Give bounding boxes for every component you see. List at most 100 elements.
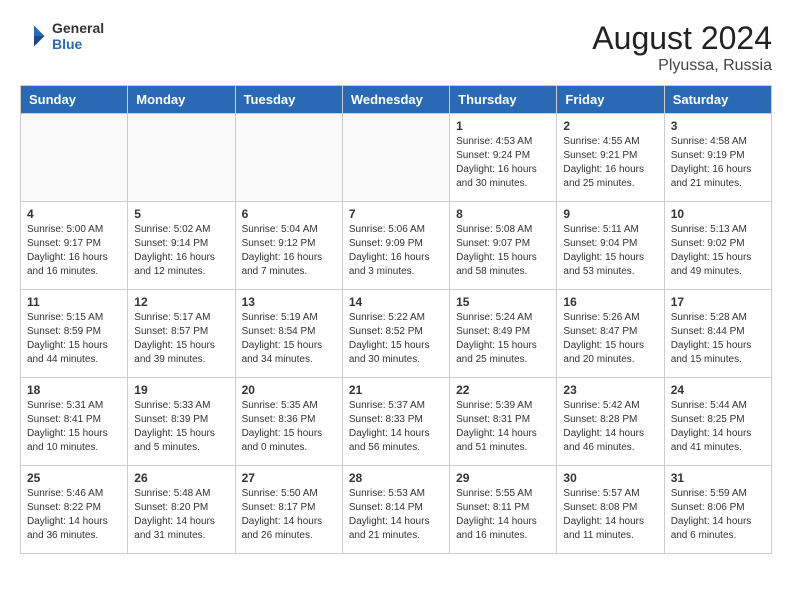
calendar-day-cell: 13 Sunrise: 5:19 AMSunset: 8:54 PMDayligh… — [235, 290, 342, 378]
day-info: Sunrise: 5:15 AMSunset: 8:59 PMDaylight:… — [27, 311, 121, 367]
day-number: 31 — [671, 471, 765, 485]
day-number: 11 — [27, 295, 121, 309]
day-info: Sunrise: 5:44 AMSunset: 8:25 PMDaylight:… — [671, 399, 765, 455]
calendar-day-cell — [342, 114, 449, 202]
calendar-week-row: 4 Sunrise: 5:00 AMSunset: 9:17 PMDaylight… — [21, 202, 772, 290]
calendar-week-row: 18Sunrise: 5:31 AMSunset: 8:41 PMDayligh… — [21, 378, 772, 466]
day-number: 15 — [456, 295, 550, 309]
day-info: Sunrise: 5:42 AMSunset: 8:28 PMDaylight:… — [563, 399, 657, 455]
calendar-day-cell: 5Sunrise: 5:02 AMSunset: 9:14 PMDaylight… — [128, 202, 235, 290]
day-info: Sunrise: 5:59 AMSunset: 8:06 PMDaylight:… — [671, 487, 765, 543]
day-info: Sunrise: 5:11 AMSunset: 9:04 PMDaylight:… — [563, 223, 657, 279]
day-number: 4 — [27, 207, 121, 221]
day-number: 3 — [671, 119, 765, 133]
location: Plyussa, Russia — [592, 57, 772, 75]
calendar-day-cell: 22Sunrise: 5:39 AMSunset: 8:31 PMDayligh… — [450, 378, 557, 466]
day-number: 10 — [671, 207, 765, 221]
calendar-day-cell: 17Sunrise: 5:28 AMSunset: 8:44 PMDayligh… — [664, 290, 771, 378]
day-number: 25 — [27, 471, 121, 485]
day-info: Sunrise: 5:06 AMSunset: 9:09 PMDaylight:… — [349, 223, 443, 279]
month-year: August 2024 — [592, 20, 772, 57]
calendar-day-cell: 16 Sunrise: 5:26 AMSunset: 8:47 PMDayligh… — [557, 290, 664, 378]
calendar-col-header: Friday — [557, 86, 664, 114]
calendar-day-cell: 21 Sunrise: 5:37 AMSunset: 8:33 PMDayligh… — [342, 378, 449, 466]
calendar-day-cell: 11 Sunrise: 5:15 AMSunset: 8:59 PMDayligh… — [21, 290, 128, 378]
logo-blue: Blue — [52, 36, 104, 52]
day-info: Sunrise: 5:19 AMSunset: 8:54 PMDaylight:… — [242, 311, 336, 367]
day-number: 30 — [563, 471, 657, 485]
day-number: 16 — [563, 295, 657, 309]
day-info: Sunrise: 5:48 AMSunset: 8:20 PMDaylight:… — [134, 487, 228, 543]
day-number: 19 — [134, 383, 228, 397]
day-info: Sunrise: 5:46 AMSunset: 8:22 PMDaylight:… — [27, 487, 121, 543]
day-number: 23 — [563, 383, 657, 397]
calendar-day-cell: 25 Sunrise: 5:46 AMSunset: 8:22 PMDayligh… — [21, 466, 128, 554]
calendar-col-header: Tuesday — [235, 86, 342, 114]
calendar-day-cell: 8Sunrise: 5:08 AMSunset: 9:07 PMDaylight… — [450, 202, 557, 290]
day-info: Sunrise: 5:17 AMSunset: 8:57 PMDaylight:… — [134, 311, 228, 367]
day-info: Sunrise: 4:58 AMSunset: 9:19 PMDaylight:… — [671, 135, 765, 191]
calendar-day-cell: 24 Sunrise: 5:44 AMSunset: 8:25 PMDayligh… — [664, 378, 771, 466]
day-info: Sunrise: 5:22 AMSunset: 8:52 PMDaylight:… — [349, 311, 443, 367]
calendar-col-header: Saturday — [664, 86, 771, 114]
calendar-col-header: Monday — [128, 86, 235, 114]
calendar-day-cell: 7 Sunrise: 5:06 AMSunset: 9:09 PMDaylight… — [342, 202, 449, 290]
day-number: 7 — [349, 207, 443, 221]
day-number: 6 — [242, 207, 336, 221]
calendar-day-cell — [21, 114, 128, 202]
day-info: Sunrise: 5:50 AMSunset: 8:17 PMDaylight:… — [242, 487, 336, 543]
calendar-week-row: 25 Sunrise: 5:46 AMSunset: 8:22 PMDayligh… — [21, 466, 772, 554]
day-number: 28 — [349, 471, 443, 485]
calendar-header-row: SundayMondayTuesdayWednesdayThursdayFrid… — [21, 86, 772, 114]
day-number: 2 — [563, 119, 657, 133]
day-number: 12 — [134, 295, 228, 309]
day-info: Sunrise: 5:26 AMSunset: 8:47 PMDaylight:… — [563, 311, 657, 367]
calendar-day-cell — [128, 114, 235, 202]
day-info: Sunrise: 5:33 AMSunset: 8:39 PMDaylight:… — [134, 399, 228, 455]
day-info: Sunrise: 5:35 AMSunset: 8:36 PMDaylight:… — [242, 399, 336, 455]
day-number: 20 — [242, 383, 336, 397]
calendar-day-cell: 28 Sunrise: 5:53 AMSunset: 8:14 PMDayligh… — [342, 466, 449, 554]
day-info: Sunrise: 5:57 AMSunset: 8:08 PMDaylight:… — [563, 487, 657, 543]
calendar-day-cell: 31 Sunrise: 5:59 AMSunset: 8:06 PMDayligh… — [664, 466, 771, 554]
calendar-day-cell: 15 Sunrise: 5:24 AMSunset: 8:49 PMDayligh… — [450, 290, 557, 378]
day-number: 18 — [27, 383, 121, 397]
page-header: General Blue August 2024 Plyussa, Russia — [20, 20, 772, 75]
day-info: Sunrise: 5:53 AMSunset: 8:14 PMDaylight:… — [349, 487, 443, 543]
logo-icon — [20, 22, 48, 50]
calendar-day-cell: 9 Sunrise: 5:11 AMSunset: 9:04 PMDaylight… — [557, 202, 664, 290]
calendar-day-cell: 19 Sunrise: 5:33 AMSunset: 8:39 PMDayligh… — [128, 378, 235, 466]
day-number: 26 — [134, 471, 228, 485]
logo-general: General — [52, 20, 104, 36]
day-number: 9 — [563, 207, 657, 221]
calendar-day-cell: 27Sunrise: 5:50 AMSunset: 8:17 PMDayligh… — [235, 466, 342, 554]
day-number: 13 — [242, 295, 336, 309]
calendar-day-cell: 14 Sunrise: 5:22 AMSunset: 8:52 PMDayligh… — [342, 290, 449, 378]
day-number: 22 — [456, 383, 550, 397]
logo: General Blue — [20, 20, 104, 52]
day-info: Sunrise: 5:55 AMSunset: 8:11 PMDaylight:… — [456, 487, 550, 543]
calendar-table: SundayMondayTuesdayWednesdayThursdayFrid… — [20, 85, 772, 554]
calendar-week-row: 11 Sunrise: 5:15 AMSunset: 8:59 PMDayligh… — [21, 290, 772, 378]
day-number: 21 — [349, 383, 443, 397]
calendar-week-row: 1Sunrise: 4:53 AMSunset: 9:24 PMDaylight… — [21, 114, 772, 202]
calendar-day-cell: 26 Sunrise: 5:48 AMSunset: 8:20 PMDayligh… — [128, 466, 235, 554]
day-info: Sunrise: 5:37 AMSunset: 8:33 PMDaylight:… — [349, 399, 443, 455]
calendar-day-cell: 18Sunrise: 5:31 AMSunset: 8:41 PMDayligh… — [21, 378, 128, 466]
day-info: Sunrise: 5:00 AMSunset: 9:17 PMDaylight:… — [27, 223, 121, 279]
day-number: 14 — [349, 295, 443, 309]
calendar-day-cell: 12 Sunrise: 5:17 AMSunset: 8:57 PMDayligh… — [128, 290, 235, 378]
calendar-day-cell: 29Sunrise: 5:55 AMSunset: 8:11 PMDayligh… — [450, 466, 557, 554]
day-info: Sunrise: 5:24 AMSunset: 8:49 PMDaylight:… — [456, 311, 550, 367]
day-number: 24 — [671, 383, 765, 397]
calendar-col-header: Wednesday — [342, 86, 449, 114]
day-info: Sunrise: 5:13 AMSunset: 9:02 PMDaylight:… — [671, 223, 765, 279]
day-info: Sunrise: 4:53 AMSunset: 9:24 PMDaylight:… — [456, 135, 550, 191]
calendar-day-cell: 6Sunrise: 5:04 AMSunset: 9:12 PMDaylight… — [235, 202, 342, 290]
calendar-day-cell: 3 Sunrise: 4:58 AMSunset: 9:19 PMDaylight… — [664, 114, 771, 202]
day-number: 5 — [134, 207, 228, 221]
day-info: Sunrise: 5:28 AMSunset: 8:44 PMDaylight:… — [671, 311, 765, 367]
calendar-col-header: Thursday — [450, 86, 557, 114]
calendar-day-cell: 10 Sunrise: 5:13 AMSunset: 9:02 PMDayligh… — [664, 202, 771, 290]
calendar-col-header: Sunday — [21, 86, 128, 114]
